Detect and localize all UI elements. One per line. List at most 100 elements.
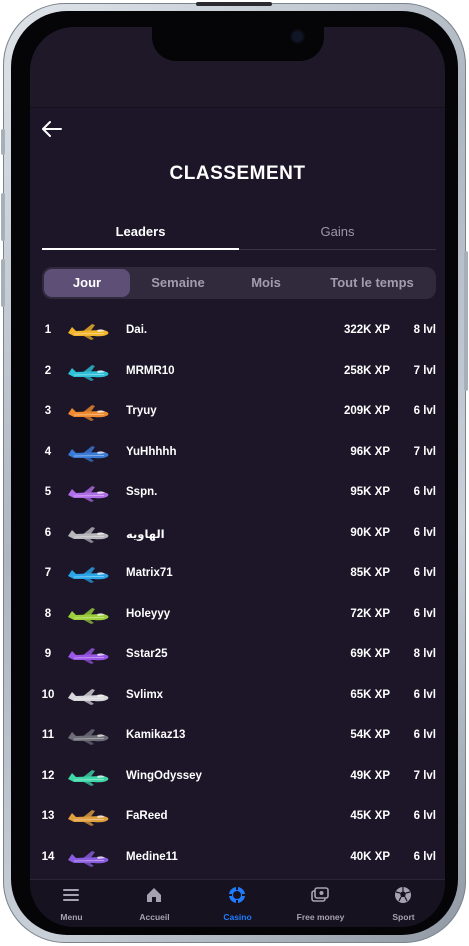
period-selector: Jour Semaine Mois Tout le temps xyxy=(42,267,436,299)
leaderboard-row[interactable]: 7 Matrix71 85K XP 6 lvl xyxy=(30,554,445,594)
volume-down-button xyxy=(1,259,5,307)
rank-number: 11 xyxy=(41,729,55,741)
power-button xyxy=(464,251,468,391)
plane-avatar-icon xyxy=(64,684,112,708)
player-xp: 95K XP xyxy=(350,486,390,498)
player-name: Medine11 xyxy=(126,850,178,863)
player-level: 7 lvl xyxy=(413,445,436,458)
player-xp: 49K XP xyxy=(350,769,390,782)
player-xp: 69K XP xyxy=(350,648,390,660)
player-name: Holeyyy xyxy=(126,607,171,620)
leaderboard-row[interactable]: 13 FaReed 45K XP 6 lvl xyxy=(30,797,445,837)
player-level: 6 lvl xyxy=(413,405,436,417)
player-name: Dai. xyxy=(126,324,148,336)
leaderboard-row[interactable]: 3 Tryuy 209K XP 6 lvl xyxy=(30,392,445,432)
leaderboard-row[interactable]: 2 MRMR10 258K XP 7 lvl xyxy=(30,352,445,392)
nav-label: Free money xyxy=(296,912,345,922)
bottom-nav: Menu Accueil Casino Free money Sport xyxy=(30,879,445,927)
leaderboard-tabs: Leaders Gains xyxy=(42,215,436,250)
home-icon xyxy=(147,888,161,902)
player-name: MRMR10 xyxy=(126,364,175,377)
leaderboard-row[interactable]: 5 Sspn. 95K XP 6 lvl xyxy=(30,473,445,513)
player-level: 8 lvl xyxy=(413,648,436,660)
leaderboard-row[interactable]: 11 Kamikaz13 54K XP 6 lvl xyxy=(30,716,445,756)
casino-chip-icon xyxy=(229,887,245,903)
front-camera xyxy=(292,31,303,42)
mute-switch xyxy=(1,129,5,155)
nav-accueil[interactable]: Accueil xyxy=(113,880,196,927)
player-level: 6 lvl xyxy=(413,607,436,620)
player-level: 6 lvl xyxy=(413,526,436,539)
tab-leaders[interactable]: Leaders xyxy=(42,215,239,250)
period-tout-le-temps[interactable]: Tout le temps xyxy=(310,269,434,297)
rank-number: 13 xyxy=(41,810,55,822)
player-name: Sspn. xyxy=(126,486,158,498)
page-title: CLASSEMENT xyxy=(169,163,306,184)
player-name: Kamikaz13 xyxy=(126,729,186,741)
nav-casino[interactable]: Casino xyxy=(196,880,279,927)
top-edge-detail xyxy=(196,2,272,6)
leaderboard-row[interactable]: 4 YuHhhhh 96K XP 7 lvl xyxy=(30,433,445,473)
player-level: 6 lvl xyxy=(413,810,436,822)
player-level: 6 lvl xyxy=(413,688,436,701)
nav-free-money[interactable]: Free money xyxy=(279,880,362,927)
rank-number: 3 xyxy=(44,405,52,417)
plane-avatar-icon xyxy=(64,360,112,384)
plane-avatar-icon xyxy=(64,805,112,829)
leaderboard-row[interactable]: 14 Medine11 40K XP 6 lvl xyxy=(30,838,445,878)
player-xp: 54K XP xyxy=(350,729,390,741)
free-money-icon xyxy=(311,887,329,902)
player-level: 6 lvl xyxy=(413,567,436,579)
rank-number: 10 xyxy=(41,688,55,701)
player-xp: 72K XP xyxy=(350,607,390,620)
player-xp: 45K XP xyxy=(350,810,390,822)
nav-label: Accueil xyxy=(139,912,170,922)
plane-avatar-icon xyxy=(64,441,112,465)
nav-label: Casino xyxy=(223,912,252,922)
player-xp: 322K XP xyxy=(343,324,390,336)
menu-icon xyxy=(63,889,79,901)
player-xp: 209K XP xyxy=(343,405,390,417)
player-xp: 65K XP xyxy=(350,688,390,701)
rank-number: 5 xyxy=(44,486,52,498)
plane-avatar-icon xyxy=(64,603,112,627)
player-name: FaReed xyxy=(126,810,168,822)
rank-number: 14 xyxy=(41,850,55,863)
back-arrow-icon[interactable] xyxy=(40,117,64,141)
rank-number: 9 xyxy=(44,648,52,660)
rank-number: 7 xyxy=(44,567,52,579)
player-level: 8 lvl xyxy=(413,324,436,336)
leaderboard-row[interactable]: 1 Dai. 322K XP 8 lvl xyxy=(30,311,445,351)
leaderboard-row[interactable]: 10 Svlimx 65K XP 6 lvl xyxy=(30,676,445,716)
plane-avatar-icon xyxy=(64,522,112,546)
leaderboard-row[interactable]: 8 Holeyyy 72K XP 6 lvl xyxy=(30,595,445,635)
period-semaine[interactable]: Semaine xyxy=(134,269,222,297)
player-level: 7 lvl xyxy=(413,769,436,782)
plane-avatar-icon xyxy=(64,400,112,424)
rank-number: 1 xyxy=(44,324,52,336)
rank-number: 8 xyxy=(44,607,52,620)
tab-gains[interactable]: Gains xyxy=(239,215,436,249)
leaderboard-row[interactable]: 9 Sstar25 69K XP 8 lvl xyxy=(30,635,445,675)
plane-avatar-icon xyxy=(64,765,112,789)
nav-sport[interactable]: Sport xyxy=(362,880,445,927)
player-xp: 96K XP xyxy=(350,445,390,458)
player-name: الهاويه xyxy=(126,528,165,541)
player-xp: 258K XP xyxy=(343,364,390,377)
leaderboard-row[interactable]: 6 الهاويه 90K XP 6 lvl xyxy=(30,514,445,554)
player-xp: 85K XP xyxy=(350,567,390,579)
plane-avatar-icon xyxy=(64,481,112,505)
rank-number: 6 xyxy=(44,526,52,539)
leaderboard-row[interactable]: 12 WingOdyssey 49K XP 7 lvl xyxy=(30,757,445,797)
player-level: 6 lvl xyxy=(413,850,436,863)
rank-number: 2 xyxy=(44,364,52,377)
plane-avatar-icon xyxy=(64,724,112,748)
nav-menu[interactable]: Menu xyxy=(30,880,113,927)
player-name: Matrix71 xyxy=(126,567,173,579)
nav-label: Menu xyxy=(60,912,83,922)
volume-up-button xyxy=(1,193,5,241)
period-mois[interactable]: Mois xyxy=(224,269,308,297)
player-level: 6 lvl xyxy=(413,729,436,741)
app-screen: CLASSEMENT Leaders Gains Jour Semaine Mo… xyxy=(30,27,445,927)
period-jour[interactable]: Jour xyxy=(44,269,130,297)
